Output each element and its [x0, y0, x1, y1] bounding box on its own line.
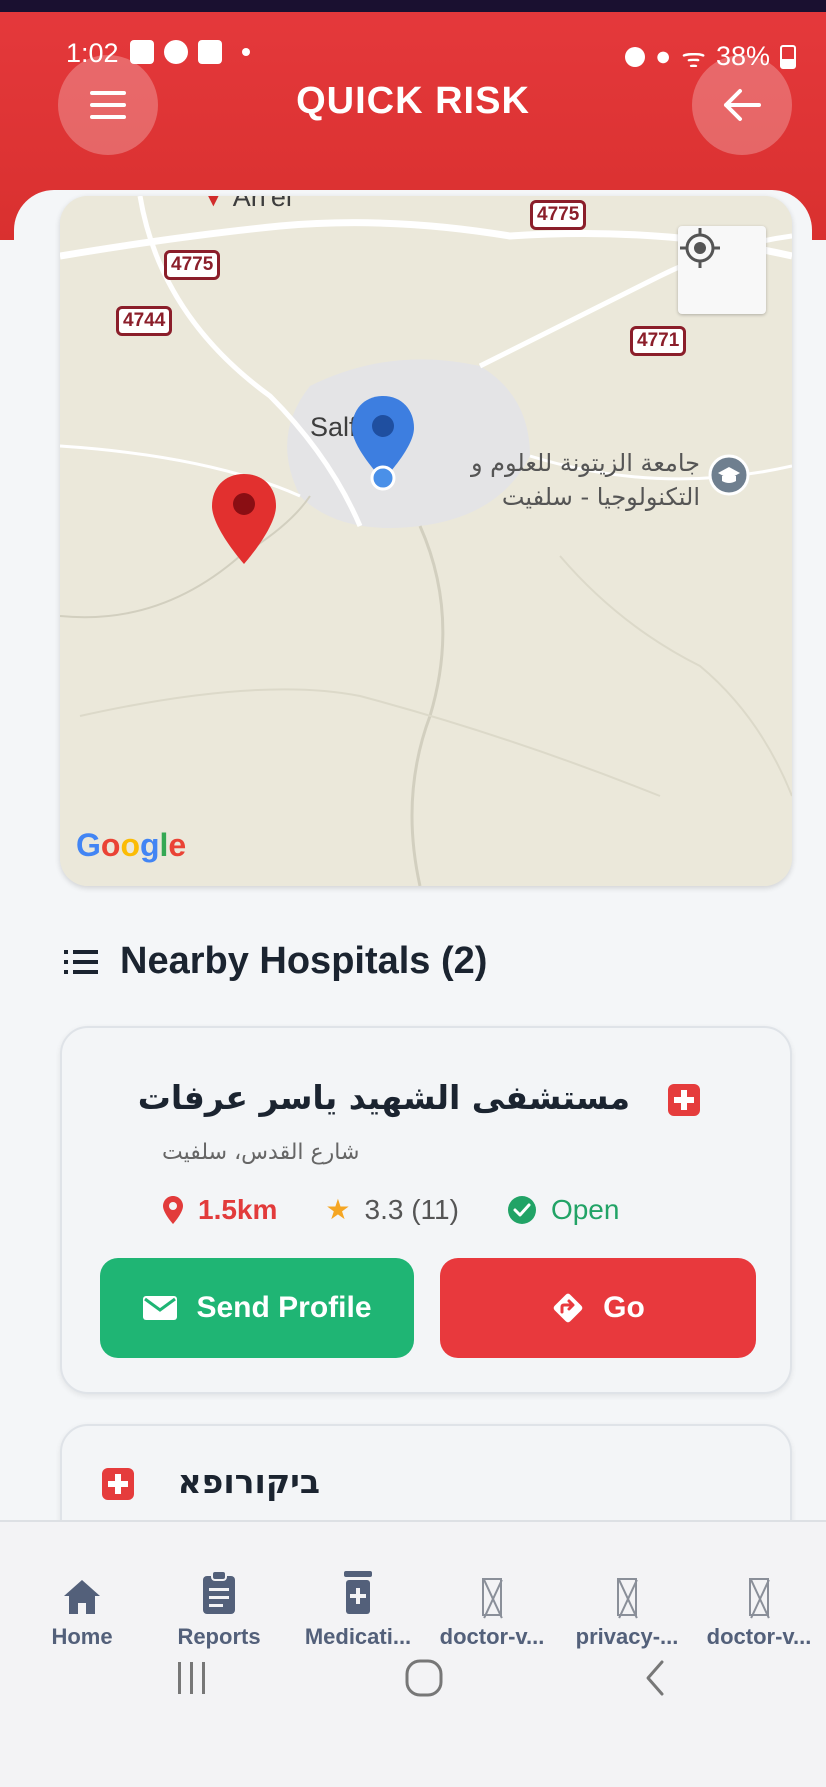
go-directions-button[interactable]: Go — [440, 1258, 756, 1358]
google-logo-letter: G — [76, 827, 101, 863]
section-title: Nearby Hospitals (2) — [120, 940, 488, 982]
broken-image-icon — [482, 1578, 502, 1616]
map-view[interactable]: 4775 4775 4744 4771 ▼ Ari'el Salfit جامع… — [60, 196, 792, 886]
battery-icon — [780, 44, 796, 69]
clipboard-icon — [203, 1570, 235, 1614]
more-notifications-dot — [242, 48, 250, 56]
map-place-ariel-label: Ari'el — [232, 196, 292, 212]
notification-icons — [130, 40, 250, 64]
google-logo-letter: o — [120, 827, 140, 863]
crosshair-icon — [680, 228, 720, 268]
send-profile-label: Send Profile — [196, 1291, 372, 1324]
road-number-tag: 4771 — [630, 326, 687, 356]
road-number-tag: 4744 — [116, 306, 173, 336]
hospital-meta: 1.5km ★ 3.3 (11) Open — [162, 1193, 619, 1226]
hospital-name: مستشفى الشهيد ياسر عرفات — [137, 1078, 630, 1117]
google-logo-letter: e — [168, 827, 187, 863]
google-logo: Google — [76, 827, 186, 864]
app-screen: 1:02 ● ᯤ 38% QUICK RISK 4775 4775 4744 4… — [0, 0, 826, 1787]
star-icon: ★ — [325, 1194, 351, 1225]
list-icon — [64, 949, 98, 974]
road-number-tag: 4775 — [530, 200, 587, 230]
broken-image-icon — [617, 1578, 637, 1616]
hospital-cross-icon — [102, 1468, 134, 1500]
hospital-address: شارع القدس، سلفيت — [162, 1140, 360, 1165]
check-circle-icon — [507, 1195, 536, 1224]
hospital-open-status: Open — [550, 1193, 620, 1225]
road-number-tag: 4775 — [164, 250, 221, 280]
map-place-ariel: ▼ Ari'el — [200, 196, 292, 213]
my-location-button[interactable] — [678, 226, 766, 314]
alarm-icon — [624, 46, 645, 67]
send-profile-button[interactable]: Send Profile — [100, 1258, 414, 1358]
go-label: Go — [603, 1291, 645, 1324]
map-poi-line1: جامعة الزيتونة للعلوم و — [470, 449, 700, 477]
gallery-notification-icon — [130, 40, 154, 64]
directions-icon — [553, 1293, 583, 1323]
location-status-icon: ● — [654, 41, 672, 71]
hospital-marker-icon[interactable] — [204, 468, 284, 568]
recent-apps-icon[interactable] — [172, 1658, 212, 1698]
google-logo-letter: g — [139, 827, 160, 863]
back-button[interactable] — [692, 55, 792, 155]
map-poi-line2: التكنولوجيا - سلفيت — [501, 483, 700, 511]
check-notification-icon — [198, 40, 222, 64]
hospital-name-row: مستشفى الشهيد ياسر عرفات — [138, 1078, 630, 1117]
hospital-distance: 1.5km — [198, 1193, 278, 1225]
hospital-name: ביקורופא — [177, 1462, 320, 1501]
app-notification-icon — [164, 40, 188, 64]
arrow-left-icon — [724, 89, 761, 121]
hospital-cross-icon — [668, 1084, 700, 1116]
broken-image-icon — [749, 1578, 769, 1616]
map-poi-label: جامعة الزيتونة للعلوم و التكنولوجيا - سل… — [460, 446, 700, 514]
medication-icon — [344, 1571, 372, 1614]
hospital-name-row: ביקורופא — [178, 1462, 320, 1501]
current-location-pin-icon[interactable] — [346, 392, 420, 492]
system-back-icon[interactable] — [636, 1658, 676, 1698]
school-poi-icon[interactable] — [708, 454, 750, 496]
hospital-card[interactable]: مستشفى الشهيد ياسر عرفات شارع القدس، سلف… — [60, 1026, 792, 1394]
google-logo-letter: o — [100, 827, 121, 863]
system-navigation-bar — [0, 1620, 826, 1740]
wifi-signal-icon: ᯤ — [681, 43, 706, 73]
home-icon — [64, 1580, 100, 1614]
map-pin-icon — [163, 1195, 183, 1224]
envelope-icon — [143, 1296, 178, 1320]
hospital-rating: 3.3 (11) — [364, 1193, 459, 1225]
home-button-icon[interactable] — [404, 1658, 444, 1698]
nearby-hospitals-header: Nearby Hospitals (2) — [64, 940, 487, 983]
screen-top-edge — [0, 0, 826, 12]
